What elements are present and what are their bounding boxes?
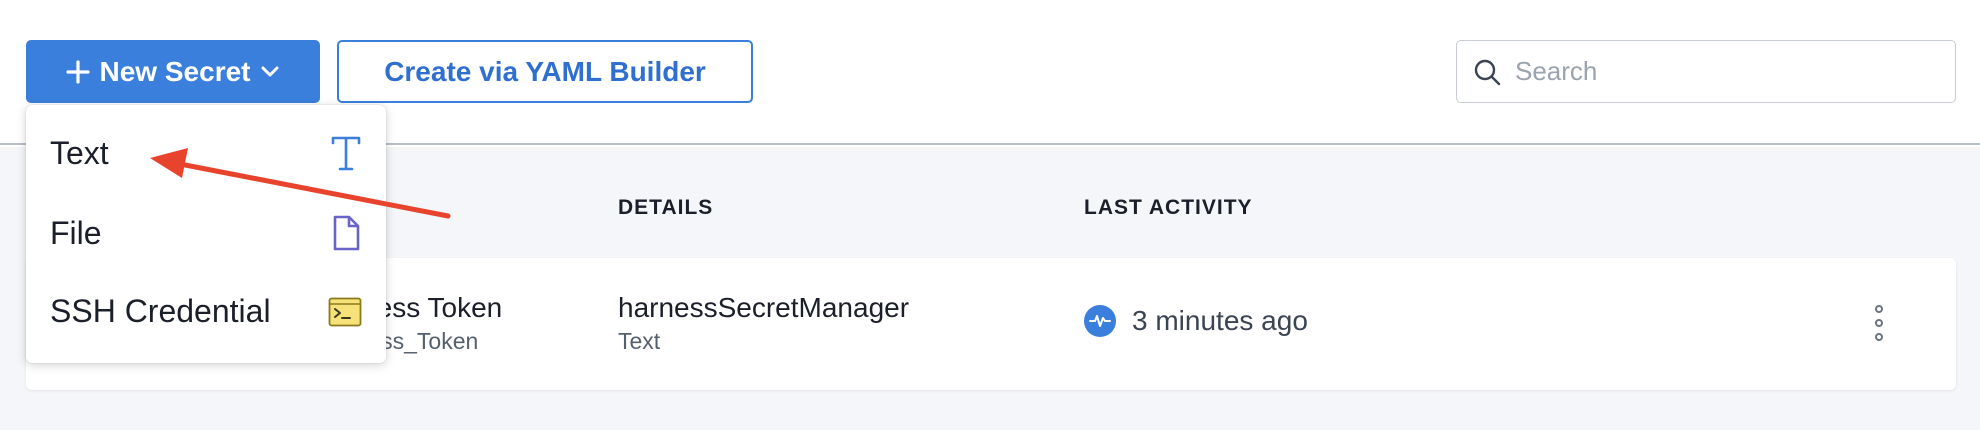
- text-type-icon: [331, 136, 361, 171]
- last-activity-text: 3 minutes ago: [1132, 305, 1308, 336]
- new-secret-label: New Secret: [99, 55, 251, 87]
- menu-item-text-label: Text: [50, 135, 109, 171]
- search-input[interactable]: [1515, 56, 1915, 87]
- new-secret-dropdown-menu: Text File SSH Credential: [26, 105, 386, 363]
- yaml-builder-label: Create via YAML Builder: [384, 55, 706, 87]
- menu-item-file-label: File: [50, 215, 102, 251]
- last-activity: 3 minutes ago: [1084, 305, 1308, 337]
- secret-type: Text: [618, 328, 661, 354]
- column-header-details: DETAILS: [618, 196, 714, 219]
- menu-item-ssh-credential[interactable]: SSH Credential: [26, 261, 386, 339]
- menu-item-ssh-credential-label: SSH Credential: [50, 293, 271, 329]
- file-icon: [333, 215, 360, 251]
- column-header-last-activity: LAST ACTIVITY: [1084, 196, 1253, 219]
- search-field[interactable]: [1456, 40, 1956, 103]
- activity-pulse-icon: [1084, 305, 1116, 337]
- terminal-icon: [328, 297, 362, 327]
- menu-item-file[interactable]: File: [26, 183, 386, 261]
- secret-name-cell: Access Token Access_Token: [360, 280, 570, 360]
- new-secret-button[interactable]: New Secret: [26, 40, 320, 103]
- plus-icon: [65, 59, 90, 84]
- search-icon: [1474, 59, 1501, 85]
- chevron-down-icon: [261, 66, 279, 76]
- menu-item-text[interactable]: Text: [26, 105, 386, 183]
- create-via-yaml-builder-button[interactable]: Create via YAML Builder: [337, 40, 753, 103]
- secret-manager-name: harnessSecretManager: [618, 292, 910, 323]
- more-options-icon[interactable]: [1866, 305, 1892, 341]
